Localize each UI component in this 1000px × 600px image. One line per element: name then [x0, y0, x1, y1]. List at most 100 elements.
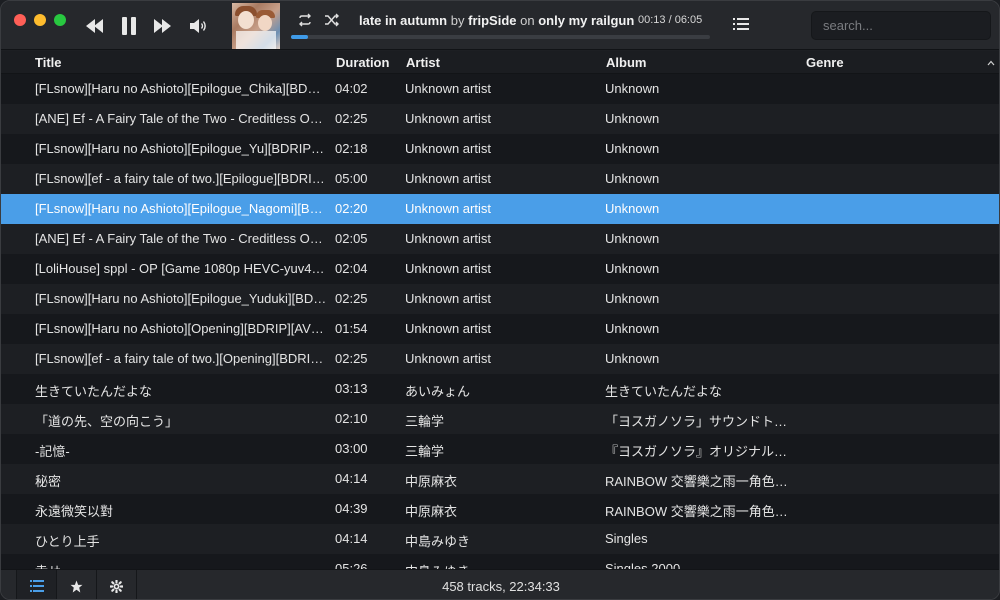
track-title-cell: [FLsnow][Haru no Ashioto][Opening][BDRIP…: [35, 321, 327, 336]
repeat-icon[interactable]: [297, 13, 313, 27]
track-duration-cell: 03:00: [335, 441, 368, 456]
track-album-cell: 生きていたんだよな: [605, 384, 723, 399]
track-artist-cell: 中原麻衣: [405, 474, 458, 489]
track-duration-cell: 04:02: [335, 81, 368, 96]
track-title-cell: 幸せ: [35, 561, 327, 569]
column-header-genre[interactable]: Genre: [806, 55, 844, 70]
track-artist-cell: 中島みゆき: [405, 561, 597, 569]
track-duration-cell: 02:20: [335, 201, 368, 216]
track-album-cell: RAINBOW 交響樂之雨一角色歌唱集: [605, 504, 797, 519]
track-duration-cell: 03:13: [335, 381, 368, 396]
track-duration-cell: 04:14: [335, 471, 368, 486]
table-row[interactable]: [FLsnow][Haru no Ashioto][Epilogue_Yu][B…: [1, 134, 999, 164]
track-album-cell: 『ヨスガノソラ』オリジナルサウンドトラック: [605, 444, 797, 459]
track-album-cell: Singles 2000: [605, 561, 681, 569]
app-window: late in autumn by fripSide on only my ra…: [0, 0, 1000, 600]
table-row[interactable]: [ANE] Ef - A Fairy Tale of the Two - Cre…: [1, 104, 999, 134]
pause-icon: [122, 17, 136, 35]
table-row[interactable]: 幸せ 05:26 中島みゆき Singles 2000: [1, 554, 999, 569]
now-playing-by: by: [450, 13, 465, 28]
pause-button[interactable]: [118, 15, 140, 37]
now-playing-text: late in autumn by fripSide on only my ra…: [359, 13, 634, 29]
table-header: Title Duration Artist Album Genre: [1, 51, 999, 74]
previous-icon: [86, 19, 103, 33]
track-artist-cell: 中原麻衣: [405, 504, 458, 519]
now-playing-album: only my railgun: [538, 13, 635, 28]
track-artist-cell: Unknown artist: [405, 111, 491, 126]
search-input[interactable]: [811, 11, 991, 40]
table-row[interactable]: [LoliHouse] sppl - OP [Game 1080p HEVC-y…: [1, 254, 999, 284]
time-readout: 00:13 / 06:05: [638, 14, 703, 26]
maximize-window-button[interactable]: [54, 14, 66, 26]
progress-fill: [291, 35, 308, 39]
track-duration-cell: 04:39: [335, 501, 368, 516]
column-header-album[interactable]: Album: [606, 55, 646, 70]
track-artist-cell: Unknown artist: [405, 231, 491, 246]
now-playing-title: late in autumn: [359, 13, 448, 28]
track-duration-cell: 01:54: [335, 321, 368, 336]
progress-bar[interactable]: [291, 35, 710, 39]
shuffle-icon[interactable]: [324, 13, 340, 27]
album-cover[interactable]: [232, 3, 280, 49]
track-album-cell: Singles: [605, 531, 648, 546]
track-album-cell: Unknown: [605, 261, 660, 276]
track-artist-cell: 三輪学: [405, 444, 445, 459]
track-duration-cell: 04:14: [335, 531, 368, 546]
track-duration-cell: 05:26: [335, 561, 368, 569]
column-header-duration[interactable]: Duration: [336, 55, 389, 70]
track-duration-cell: 02:18: [335, 141, 368, 156]
volume-icon: [190, 19, 206, 33]
previous-track-button[interactable]: [84, 15, 106, 37]
table-row[interactable]: 「道の先、空の向こう」 02:10 三輪学 「ヨスガノソラ」サウンドトラック: [1, 404, 999, 434]
track-title-cell: [FLsnow][Haru no Ashioto][Epilogue_Chika…: [35, 81, 327, 96]
column-header-artist[interactable]: Artist: [406, 55, 440, 70]
track-title-cell: [FLsnow][ef - a fairy tale of two.][Epil…: [35, 171, 327, 186]
track-artist-cell: あいみょん: [405, 384, 471, 399]
track-album-cell: Unknown: [605, 201, 660, 216]
table-row[interactable]: 生きていたんだよな 03:13 あいみょん 生きていたんだよな: [1, 374, 999, 404]
next-icon: [154, 19, 171, 33]
track-artist-cell: Unknown artist: [405, 291, 491, 306]
column-header-title[interactable]: Title: [35, 55, 62, 70]
track-album-cell: 「ヨスガノソラ」サウンドトラック: [605, 414, 797, 429]
track-title-cell: [FLsnow][Haru no Ashioto][Epilogue_Yu][B…: [35, 141, 327, 156]
sort-ascending-icon: [987, 60, 995, 66]
next-track-button[interactable]: [151, 15, 173, 37]
table-row[interactable]: [FLsnow][Haru no Ashioto][Epilogue_Yuduk…: [1, 284, 999, 314]
table-row[interactable]: -記憶- 03:00 三輪学 『ヨスガノソラ』オリジナルサウンドトラック: [1, 434, 999, 464]
track-title-cell: ひとり上手: [35, 534, 100, 549]
track-duration-cell: 02:10: [335, 411, 368, 426]
table-row[interactable]: [FLsnow][Haru no Ashioto][Opening][BDRIP…: [1, 314, 999, 344]
track-duration-cell: 02:25: [335, 291, 368, 306]
track-artist-cell: Unknown artist: [405, 351, 491, 366]
track-title-cell: [FLsnow][Haru no Ashioto][Epilogue_Yuduk…: [35, 291, 327, 306]
track-title-cell: [FLsnow][Haru no Ashioto][Epilogue_Nagom…: [35, 201, 327, 216]
track-artist-cell: Unknown artist: [405, 81, 491, 96]
track-duration-cell: 05:00: [335, 171, 368, 186]
table-row[interactable]: 永遠微笑以對 04:39 中原麻衣 RAINBOW 交響樂之雨一角色歌唱集: [1, 494, 999, 524]
table-row[interactable]: [ANE] Ef - A Fairy Tale of the Two - Cre…: [1, 224, 999, 254]
table-row[interactable]: ひとり上手 04:14 中島みゆき Singles: [1, 524, 999, 554]
table-row[interactable]: 秘密 04:14 中原麻衣 RAINBOW 交響樂之雨一角色歌唱集: [1, 464, 999, 494]
track-album-cell: RAINBOW 交響樂之雨一角色歌唱集: [605, 474, 797, 489]
track-title-cell: [ANE] Ef - A Fairy Tale of the Two - Cre…: [35, 111, 327, 126]
table-row[interactable]: [FLsnow][ef - a fairy tale of two.][Epil…: [1, 164, 999, 194]
table-row-selected[interactable]: [FLsnow][Haru no Ashioto][Epilogue_Nagom…: [1, 194, 999, 224]
track-duration-cell: 02:04: [335, 261, 368, 276]
minimize-window-button[interactable]: [34, 14, 46, 26]
now-playing-on: on: [520, 13, 535, 28]
track-artist-cell: Unknown artist: [405, 201, 491, 216]
close-window-button[interactable]: [14, 14, 26, 26]
track-duration-cell: 02:05: [335, 231, 368, 246]
table-row[interactable]: [FLsnow][ef - a fairy tale of two.][Open…: [1, 344, 999, 374]
playlist-icon[interactable]: [733, 17, 749, 31]
track-title-cell: [LoliHouse] sppl - OP [Game 1080p HEVC-y…: [35, 261, 327, 276]
track-title-cell: [FLsnow][ef - a fairy tale of two.][Open…: [35, 351, 327, 366]
track-album-cell: Unknown: [605, 321, 660, 336]
table-row[interactable]: [FLsnow][Haru no Ashioto][Epilogue_Chika…: [1, 74, 999, 104]
track-album-cell: Unknown: [605, 351, 660, 366]
track-artist-cell: 三輪学: [405, 414, 445, 429]
volume-button[interactable]: [188, 15, 210, 37]
track-list: [FLsnow][Haru no Ashioto][Epilogue_Chika…: [1, 74, 999, 569]
track-title-cell: 秘密: [35, 474, 62, 489]
